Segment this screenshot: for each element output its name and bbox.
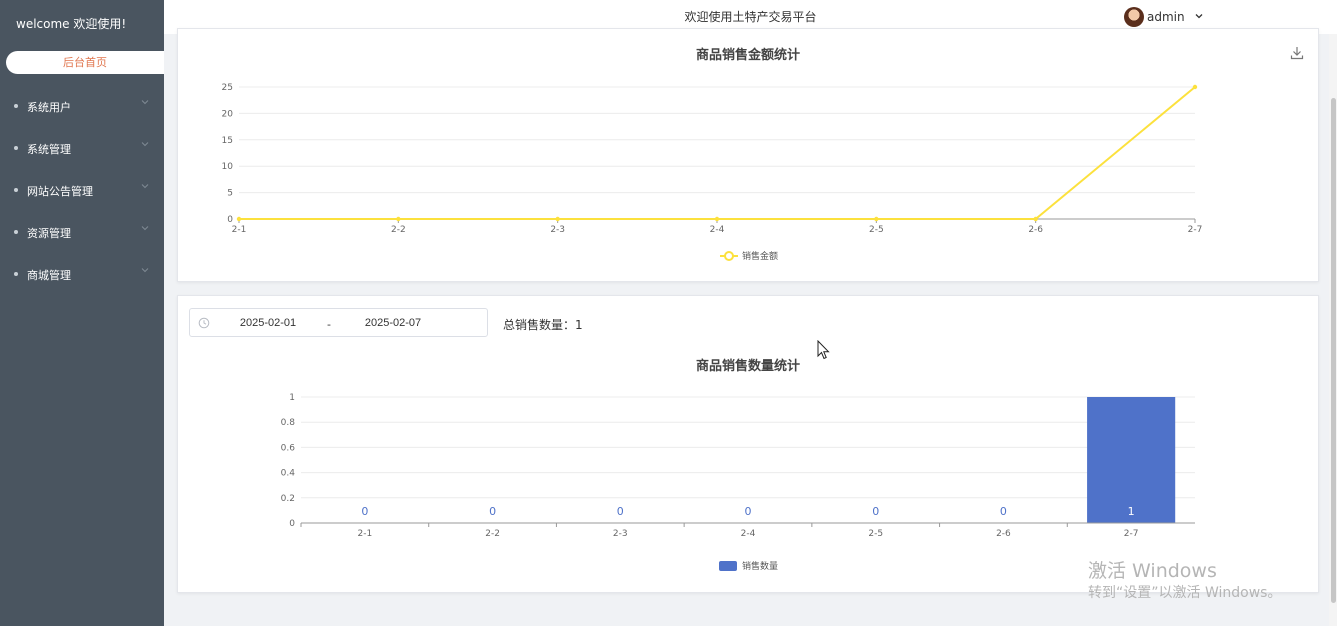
x-tick-label: 2-6: [1028, 225, 1043, 235]
welcome-text: welcome 欢迎使用!: [16, 17, 127, 31]
y-tick-label: 0.2: [281, 494, 295, 504]
x-tick-label: 2-4: [710, 225, 725, 235]
sidebar-item-label: 资源管理: [27, 227, 71, 240]
y-tick-label: 10: [222, 162, 234, 172]
x-tick-label: 2-5: [868, 529, 883, 539]
mouse-cursor-icon: [817, 340, 830, 360]
user-menu[interactable]: admin: [1147, 10, 1185, 24]
chevron-down-icon[interactable]: [1195, 12, 1203, 20]
data-point: [396, 216, 401, 222]
y-tick-label: 1: [289, 393, 295, 403]
x-tick-label: 2-6: [996, 529, 1011, 539]
x-tick-label: 2-7: [1188, 225, 1203, 235]
sales-amount-line-chart: 0 5 10 15 20 25 2-1 2-2 2-3 2-4 2-5 2-6 2-7 销售金额: [222, 83, 1203, 262]
data-point: [874, 216, 879, 222]
data-label: 1: [1128, 505, 1135, 518]
legend-label: 销售金额: [742, 250, 778, 262]
x-tick-label: 2-1: [232, 225, 247, 235]
sidebar-item-label: 商城管理: [27, 269, 71, 282]
y-tick-label: 25: [222, 83, 233, 93]
x-tick-label: 2-1: [358, 529, 373, 539]
sidebar-item-system-users[interactable]: 系统用户: [0, 96, 164, 116]
scrollbar-thumb[interactable]: [1331, 98, 1336, 603]
bullet-icon: [14, 272, 18, 276]
bullet-icon: [14, 230, 18, 234]
y-tick-label: 5: [227, 189, 233, 199]
x-tick-label: 2-3: [613, 529, 628, 539]
y-tick-label: 20: [222, 109, 234, 119]
sidebar-item-announcements[interactable]: 网站公告管理: [0, 180, 164, 200]
data-label: 0: [489, 505, 496, 518]
sidebar-item-shop[interactable]: 商城管理: [0, 264, 164, 284]
y-tick-label: 0.6: [281, 443, 296, 453]
x-tick-label: 2-7: [1124, 529, 1139, 539]
chevron-down-icon: [141, 100, 149, 105]
sidebar-item-home[interactable]: 后台首页: [6, 51, 164, 74]
chevron-down-icon: [141, 184, 149, 189]
chevron-down-icon: [141, 268, 149, 273]
series-line-销售金额: [239, 86, 1196, 220]
data-label: 0: [617, 505, 624, 518]
data-label: 0: [1000, 505, 1007, 518]
y-tick-label: 0.8: [281, 418, 296, 428]
y-tick-label: 15: [222, 136, 233, 146]
avatar[interactable]: [1124, 7, 1144, 27]
data-point: [236, 216, 242, 222]
data-point: [1192, 84, 1198, 90]
data-label: 0: [872, 505, 879, 518]
sidebar-item-system-management[interactable]: 系统管理: [0, 138, 164, 158]
bullet-icon: [14, 188, 18, 192]
sidebar-item-label: 网站公告管理: [27, 185, 93, 198]
watermark-line1: 激活 Windows: [1088, 560, 1217, 582]
sidebar-item-resources[interactable]: 资源管理: [0, 222, 164, 242]
x-tick-label: 2-5: [869, 225, 884, 235]
sales-quantity-bar-chart: 0 0.2 0.4 0.6 0.8 1 0 2-1 0 2-2 0 2-3 0 2-4 0 2-5 0 2-6 1 2…: [281, 393, 1195, 572]
bullet-icon: [14, 104, 18, 108]
y-tick-label: 0.4: [281, 469, 296, 479]
sidebar-item-label: 系统用户: [27, 101, 71, 114]
data-point: [555, 216, 560, 222]
x-tick-label: 2-2: [391, 225, 406, 235]
data-label: 0: [745, 505, 752, 518]
data-point: [1033, 216, 1038, 222]
chevron-down-icon: [141, 226, 149, 231]
sidebar: welcome 欢迎使用! 后台首页 系统用户 系统管理 网站公告管理 资源管理…: [0, 0, 164, 626]
x-tick-label: 2-3: [550, 225, 565, 235]
sidebar-item-label: 系统管理: [27, 143, 71, 156]
bullet-icon: [14, 146, 18, 150]
legend-marker: [724, 251, 734, 261]
x-tick-label: 2-2: [485, 529, 500, 539]
y-tick-label: 0: [227, 215, 233, 225]
legend-swatch: [719, 561, 737, 571]
y-tick-label: 0: [289, 519, 295, 529]
data-label: 0: [361, 505, 368, 518]
legend-label: 销售数量: [742, 560, 778, 572]
x-tick-label: 2-4: [741, 529, 756, 539]
chevron-down-icon: [141, 142, 149, 147]
watermark-line2: 转到“设置”以激活 Windows。: [1088, 585, 1282, 601]
data-point: [714, 216, 720, 222]
